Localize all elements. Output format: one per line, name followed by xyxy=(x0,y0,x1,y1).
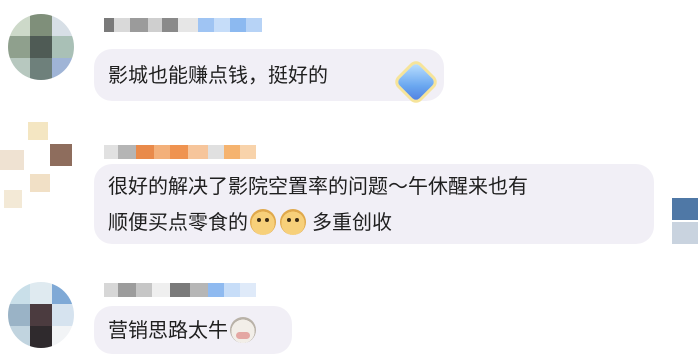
username-redacted[interactable] xyxy=(104,145,256,163)
cow-emoji-icon xyxy=(230,317,256,343)
doge-emoji-icon xyxy=(250,209,276,235)
blurred-image-edge xyxy=(672,198,698,250)
username-redacted[interactable] xyxy=(104,283,256,301)
comment-text: 影城也能赚点钱，挺好的 xyxy=(108,63,328,87)
comment-text: 很好的解决了影院空置率的问题～午休醒来也有 xyxy=(108,174,528,198)
comment-bubble: 很好的解决了影院空置率的问题～午休醒来也有 顺便买点零食的 多重创收 xyxy=(94,164,654,244)
comment-text: 多重创收 xyxy=(312,210,392,234)
username-redacted[interactable] xyxy=(104,18,262,36)
comment-text: 顺便买点零食的 xyxy=(108,210,248,234)
comment-bubble: 影城也能赚点钱，挺好的 xyxy=(94,49,444,101)
comment-bubble: 营销思路太牛 xyxy=(94,306,292,354)
avatar[interactable] xyxy=(8,282,74,348)
comment-text: 营销思路太牛 xyxy=(108,318,228,342)
doge-emoji-icon xyxy=(280,209,306,235)
avatar[interactable] xyxy=(0,118,76,212)
avatar[interactable] xyxy=(8,14,74,80)
